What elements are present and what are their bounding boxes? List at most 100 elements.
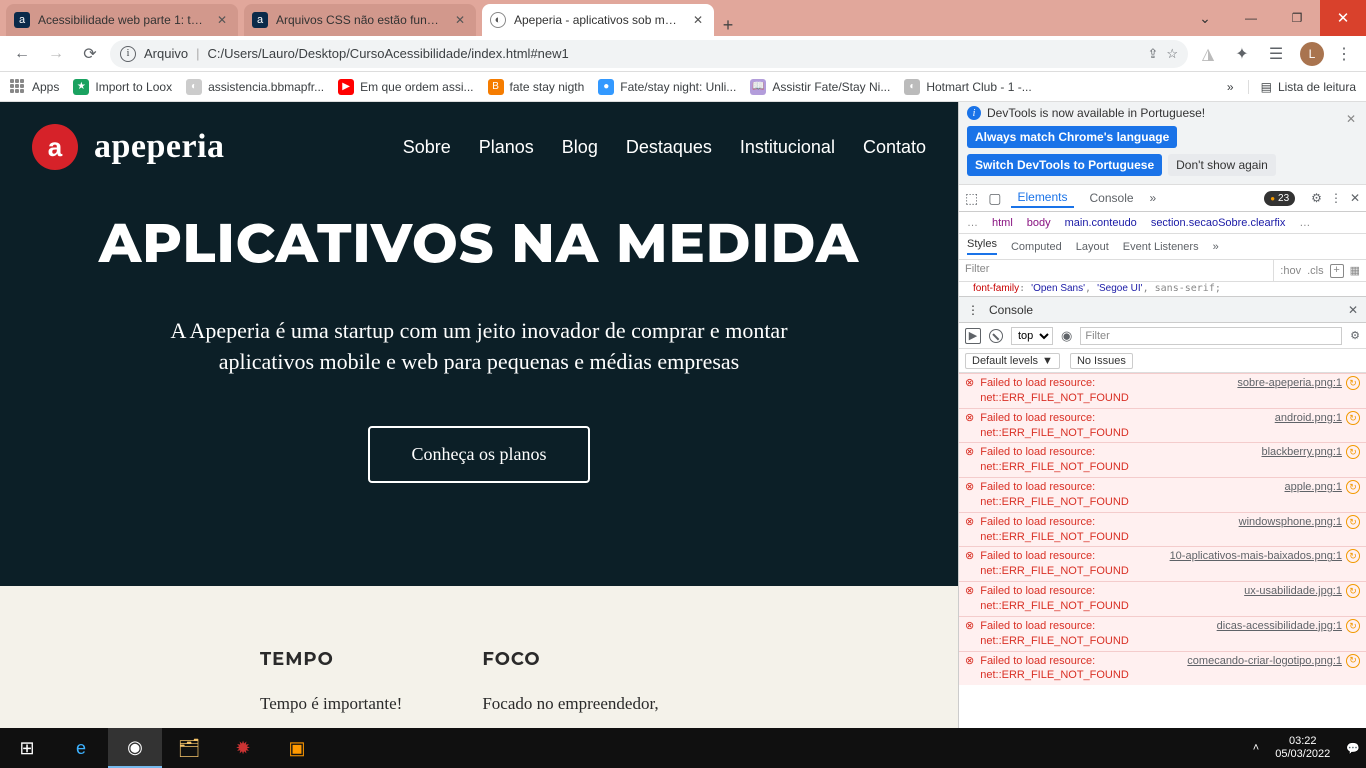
error-source-link[interactable]: dicas-acessibilidade.jpg:1 — [1217, 619, 1342, 634]
banner-always-match-button[interactable]: Always match Chrome's language — [967, 126, 1177, 148]
computed-box-icon[interactable]: ▦ — [1350, 264, 1360, 277]
reload-button[interactable]: ⟳ — [76, 40, 104, 68]
chrome-taskbar-icon[interactable]: ◉ — [108, 728, 162, 768]
app-taskbar-icon[interactable]: ✹ — [216, 728, 270, 768]
window-chevron[interactable]: ⌄ — [1182, 0, 1228, 36]
bookmark-item[interactable]: ●Fate/stay night: Unli... — [598, 79, 736, 95]
console-error[interactable]: ⊗Failed to load resource:net::ERR_FILE_N… — [959, 442, 1366, 477]
error-source-link[interactable]: sobre-apeperia.png:1 — [1237, 376, 1342, 391]
subtab-listeners[interactable]: Event Listeners — [1123, 241, 1199, 253]
close-icon[interactable]: ✕ — [214, 13, 230, 27]
console-error[interactable]: ⊗Failed to load resource:net::ERR_FILE_N… — [959, 373, 1366, 408]
error-source-link[interactable]: ux-usabilidade.jpg:1 — [1244, 584, 1342, 599]
window-minimize[interactable]: — — [1228, 0, 1274, 36]
bookmark-item[interactable]: ◐Hotmart Club - 1 -... — [904, 79, 1031, 95]
bookmarks-overflow[interactable]: » — [1227, 80, 1234, 94]
error-source-link[interactable]: android.png:1 — [1275, 411, 1342, 426]
window-maximize[interactable]: ❐ — [1274, 0, 1320, 36]
bookmark-star-icon[interactable]: ☆ — [1166, 46, 1178, 62]
console-error[interactable]: ⊗Failed to load resource:net::ERR_FILE_N… — [959, 512, 1366, 547]
notifications-icon[interactable]: 💬 — [1340, 742, 1366, 755]
subtabs-overflow[interactable]: » — [1213, 241, 1219, 253]
apps-button[interactable]: Apps — [10, 79, 59, 95]
console-error[interactable]: ⊗Failed to load resource:net::ERR_FILE_N… — [959, 651, 1366, 686]
share-icon[interactable]: ⇪ — [1147, 46, 1158, 62]
tab-console[interactable]: Console — [1084, 189, 1140, 207]
browser-tab-3[interactable]: ◐ Apeperia - aplicativos sob medid ✕ — [482, 4, 714, 36]
devtools-close-icon[interactable]: ✕ — [1350, 191, 1360, 205]
site-info-icon[interactable]: i — [120, 46, 136, 62]
start-button[interactable]: ⊞ — [0, 728, 54, 768]
error-source-link[interactable]: apple.png:1 — [1285, 480, 1343, 495]
cta-button[interactable]: Conheça os planos — [368, 426, 591, 483]
console-drawer-close-icon[interactable]: ✕ — [1348, 303, 1358, 317]
extension-icon[interactable]: ◮ — [1194, 40, 1222, 68]
console-play-icon[interactable]: ▶ — [965, 328, 981, 344]
live-expression-icon[interactable]: ◉ — [1061, 328, 1072, 344]
console-filter-input[interactable]: Filter — [1080, 327, 1342, 345]
console-error[interactable]: ⊗Failed to load resource:net::ERR_FILE_N… — [959, 616, 1366, 651]
subtab-layout[interactable]: Layout — [1076, 241, 1109, 253]
console-menu-icon[interactable]: ⋮ — [967, 303, 979, 317]
error-source-link[interactable]: 10-aplicativos-mais-baixados.png:1 — [1170, 549, 1342, 564]
hov-toggle[interactable]: :hov — [1280, 265, 1301, 277]
devtools-menu-icon[interactable]: ⋮ — [1330, 191, 1342, 205]
nav-destaques[interactable]: Destaques — [626, 137, 712, 158]
ie-icon[interactable]: e — [54, 728, 108, 768]
console-settings-icon[interactable]: ⚙ — [1350, 329, 1360, 342]
banner-close-icon[interactable]: ✕ — [1346, 112, 1356, 126]
console-error[interactable]: ⊗Failed to load resource:net::ERR_FILE_N… — [959, 477, 1366, 512]
nav-planos[interactable]: Planos — [479, 137, 534, 158]
error-source-link[interactable]: windowsphone.png:1 — [1239, 515, 1342, 530]
issues-badge[interactable]: 23 — [1264, 191, 1295, 206]
banner-dontshow-button[interactable]: Don't show again — [1168, 154, 1276, 176]
new-rule-button[interactable]: + — [1330, 264, 1344, 278]
console-error[interactable]: ⊗Failed to load resource:net::ERR_FILE_N… — [959, 408, 1366, 443]
tabs-overflow[interactable]: » — [1150, 191, 1157, 205]
reading-list-button[interactable]: ▤ Lista de leitura — [1248, 80, 1356, 94]
issues-button[interactable]: No Issues — [1070, 353, 1133, 369]
tab-elements[interactable]: Elements — [1011, 188, 1073, 208]
taskbar-clock[interactable]: 03:22 05/03/2022 — [1265, 735, 1340, 761]
extensions-puzzle-icon[interactable]: ✦ — [1228, 40, 1256, 68]
browser-tab-1[interactable]: a Acessibilidade web parte 1: torna ✕ — [6, 4, 238, 36]
bookmark-item[interactable]: ▶Em que ordem assi... — [338, 79, 473, 95]
browser-tab-2[interactable]: a Arquivos CSS não estão funciona ✕ — [244, 4, 476, 36]
settings-gear-icon[interactable]: ⚙ — [1311, 191, 1322, 205]
sublime-taskbar-icon[interactable]: ▣ — [270, 728, 324, 768]
subtab-styles[interactable]: Styles — [967, 238, 997, 255]
inspect-icon[interactable]: ⬚ — [965, 190, 978, 207]
styles-filter-input[interactable]: Filter — [959, 260, 1274, 281]
nav-blog[interactable]: Blog — [562, 137, 598, 158]
console-error[interactable]: ⊗Failed to load resource:net::ERR_FILE_N… — [959, 546, 1366, 581]
window-close[interactable]: ✕ — [1320, 0, 1366, 36]
bookmark-item[interactable]: ◐assistencia.bbmapfr... — [186, 79, 324, 95]
close-icon[interactable]: ✕ — [452, 13, 468, 27]
omnibox[interactable]: i Arquivo | C:/Users/Lauro/Desktop/Curso… — [110, 40, 1188, 68]
console-clear-icon[interactable] — [989, 329, 1003, 343]
banner-switch-button[interactable]: Switch DevTools to Portuguese — [967, 154, 1162, 176]
chrome-menu-button[interactable]: ⋮ — [1330, 40, 1358, 68]
subtab-computed[interactable]: Computed — [1011, 241, 1062, 253]
bookmark-item[interactable]: Bfate stay nigth — [488, 79, 585, 95]
profile-avatar[interactable]: L — [1300, 42, 1324, 66]
error-source-link[interactable]: comecando-criar-logotipo.png:1 — [1187, 654, 1342, 669]
context-select[interactable]: top — [1011, 327, 1053, 345]
nav-institucional[interactable]: Institucional — [740, 137, 835, 158]
console-error[interactable]: ⊗Failed to load resource:net::ERR_FILE_N… — [959, 581, 1366, 616]
new-tab-button[interactable]: + — [714, 15, 742, 36]
error-source-link[interactable]: blackberry.png:1 — [1261, 445, 1342, 460]
device-toggle-icon[interactable]: ▢ — [988, 190, 1001, 207]
explorer-taskbar-icon[interactable]: 🗂 — [162, 728, 216, 768]
cls-toggle[interactable]: .cls — [1307, 265, 1324, 277]
bookmark-item[interactable]: ★Import to Loox — [73, 79, 172, 95]
tray-chevron-icon[interactable]: ˄ — [1247, 742, 1265, 754]
levels-dropdown[interactable]: Default levels ▼ — [965, 353, 1060, 369]
reading-list-icon[interactable]: ☰ — [1262, 40, 1290, 68]
nav-contato[interactable]: Contato — [863, 137, 926, 158]
forward-button[interactable]: → — [42, 40, 70, 68]
back-button[interactable]: ← — [8, 40, 36, 68]
close-icon[interactable]: ✕ — [690, 13, 706, 27]
bookmark-item[interactable]: 📖Assistir Fate/Stay Ni... — [750, 79, 890, 95]
dom-breadcrumb[interactable]: … html body main.conteudo section.secaoS… — [959, 212, 1366, 234]
